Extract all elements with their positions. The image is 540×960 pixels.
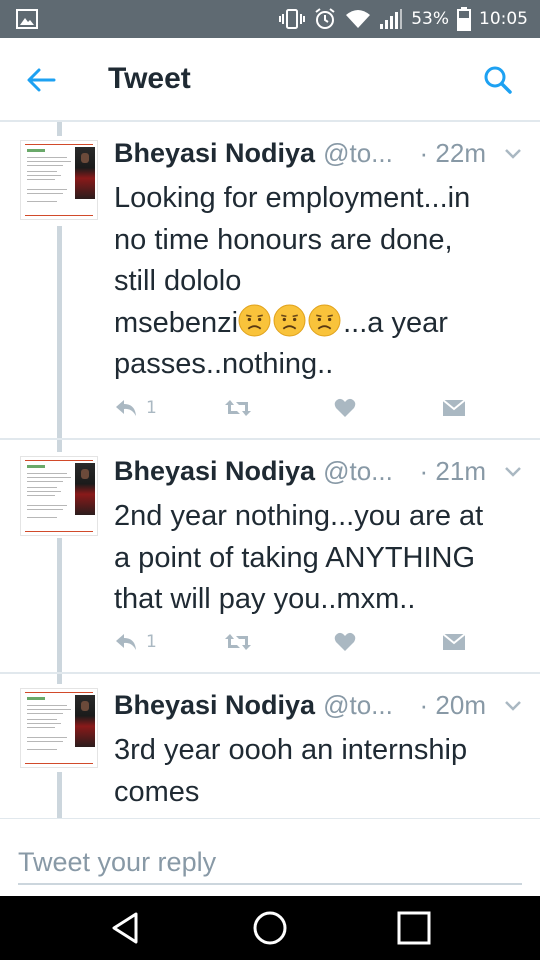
reply-button[interactable]: 1 (114, 394, 157, 422)
page-title: Tweet (108, 62, 191, 95)
user-name[interactable]: Bheyasi Nodiya (114, 138, 315, 169)
tweet-header: Bheyasi Nodiya @to... · 22m (114, 138, 524, 172)
wifi-icon (345, 9, 371, 29)
like-button[interactable] (334, 628, 356, 656)
chevron-down-icon[interactable] (504, 144, 522, 162)
user-name[interactable]: Bheyasi Nodiya (114, 690, 315, 721)
battery-percent: 53% (411, 9, 449, 29)
direct-message-button[interactable] (442, 628, 466, 656)
chevron-down-icon[interactable] (504, 462, 522, 480)
tweet-header: Bheyasi Nodiya @to... · 20m (114, 690, 524, 724)
reply-count: 1 (146, 632, 157, 652)
user-handle[interactable]: @to... (323, 138, 393, 169)
user-name[interactable]: Bheyasi Nodiya (114, 456, 315, 487)
disappointed-face-icon (238, 304, 271, 336)
chevron-down-icon[interactable] (504, 696, 522, 714)
tweet-text: 2nd year nothing...you are at a point of… (114, 500, 484, 615)
disappointed-face-icon (308, 304, 341, 336)
retweet-icon (225, 634, 251, 650)
reply-icon (116, 634, 136, 650)
gallery-icon (16, 9, 38, 34)
back-button[interactable] (24, 64, 58, 96)
clock-time: 10:05 (479, 9, 528, 29)
user-handle[interactable]: @to... (323, 690, 393, 721)
signal-icon (379, 8, 403, 30)
system-navigation-bar (0, 896, 540, 960)
back-arrow-icon (27, 68, 56, 92)
avatar[interactable] (20, 688, 98, 768)
tweet-item[interactable]: Bheyasi Nodiya @to... · 20m 3rd year ooo… (0, 674, 540, 818)
reply-input[interactable] (18, 841, 522, 885)
tweet-thread[interactable]: Bheyasi Nodiya @to... · 22m Looking for … (0, 122, 540, 818)
direct-message-button[interactable] (442, 394, 466, 422)
envelope-icon (442, 399, 466, 416)
search-icon (484, 66, 512, 94)
tweet-text: 3rd year oooh an internship comes (114, 734, 468, 808)
retweet-button[interactable] (224, 628, 252, 656)
heart-icon (334, 398, 356, 417)
reply-icon (116, 400, 136, 416)
tweet-header: Bheyasi Nodiya @to... · 21m (114, 456, 524, 490)
tweet-actions: 1 (114, 394, 474, 424)
battery-icon (457, 7, 471, 31)
avatar[interactable] (20, 456, 98, 536)
tweet-time: · 21m (419, 456, 486, 486)
reply-count: 1 (146, 398, 157, 418)
nav-back-icon (112, 912, 138, 944)
nav-home-icon (253, 911, 287, 945)
envelope-icon (442, 633, 466, 650)
vibrate-icon (279, 8, 306, 30)
tweet-actions: 1 (114, 628, 474, 658)
retweet-button[interactable] (224, 394, 252, 422)
nav-home-button[interactable] (250, 908, 290, 948)
search-button[interactable] (482, 64, 514, 96)
user-handle[interactable]: @to... (323, 456, 393, 487)
retweet-icon (225, 400, 251, 416)
heart-icon (334, 632, 356, 651)
status-bar: 53% 10:05 (0, 0, 540, 38)
app-screen: 53% 10:05 Tweet Bheyasi Nodiya @to... · … (0, 0, 540, 960)
nav-recents-icon (397, 911, 431, 945)
nav-back-button[interactable] (106, 908, 146, 948)
tweet-item[interactable]: Bheyasi Nodiya @to... · 22m Looking for … (0, 122, 540, 452)
reply-bar (0, 818, 540, 896)
nav-recents-button[interactable] (394, 908, 434, 948)
alarm-icon (313, 7, 337, 31)
avatar[interactable] (20, 140, 98, 220)
tweet-time: · 22m (419, 138, 486, 168)
disappointed-face-icon (273, 304, 306, 336)
tweet-time: · 20m (419, 690, 486, 720)
tweet-item[interactable]: Bheyasi Nodiya @to... · 21m 2nd year not… (0, 440, 540, 686)
like-button[interactable] (334, 394, 356, 422)
top-app-bar: Tweet (0, 38, 540, 122)
tweet-text: Looking for employment...in no time hono… (114, 178, 524, 386)
reply-button[interactable]: 1 (114, 628, 157, 656)
